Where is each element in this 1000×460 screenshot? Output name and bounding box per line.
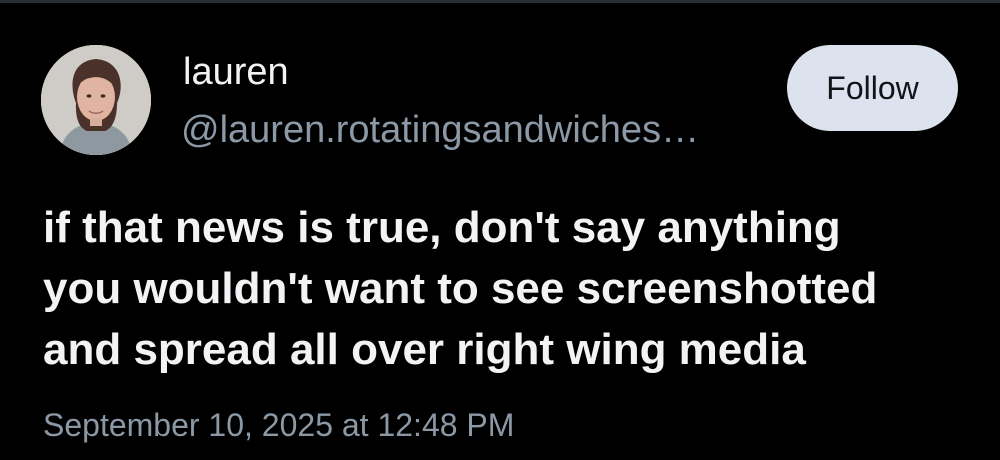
avatar[interactable] (41, 45, 151, 155)
top-divider (0, 0, 1000, 3)
post-timestamp[interactable]: September 10, 2025 at 12:48 PM (43, 405, 514, 445)
follow-button[interactable]: Follow (787, 45, 958, 131)
post-container: lauren @lauren.rotatingsandwiches… Follo… (0, 0, 1000, 460)
display-name[interactable]: lauren (183, 50, 289, 94)
user-handle[interactable]: @lauren.rotatingsandwiches… (181, 108, 741, 152)
post-text: if that news is true, don't say anything… (43, 203, 878, 374)
avatar-image (41, 45, 151, 155)
